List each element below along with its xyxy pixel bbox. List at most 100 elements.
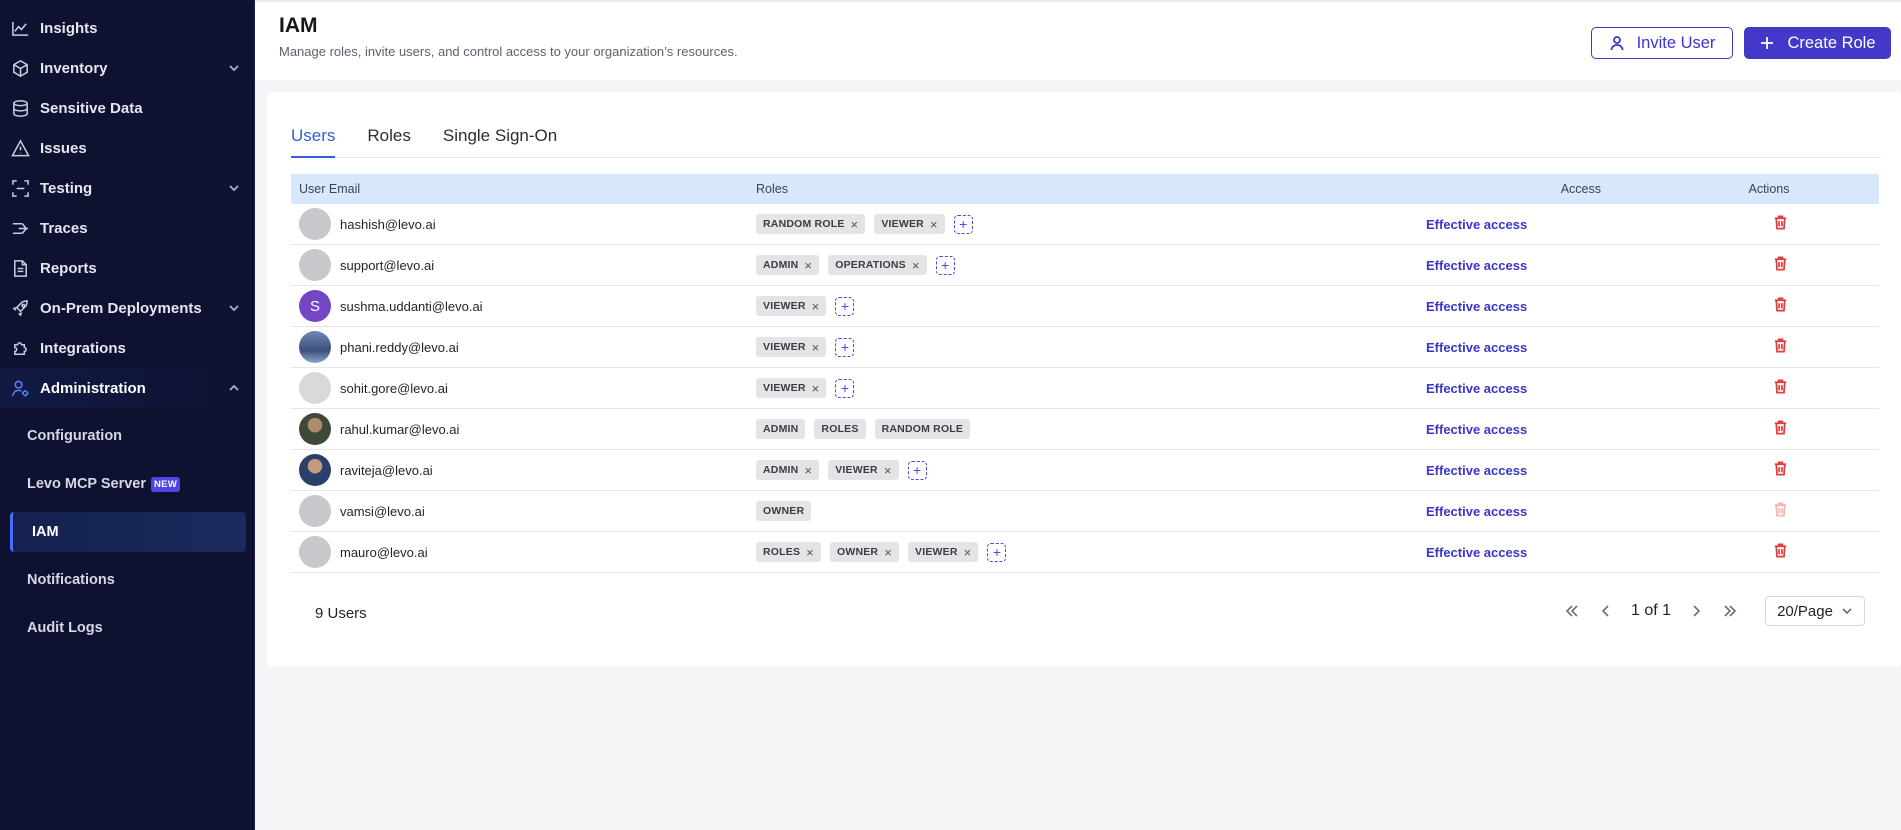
tab-single-sign-on[interactable]: Single Sign-On <box>443 126 557 158</box>
trash-icon[interactable] <box>1772 460 1789 480</box>
role-chip: ROLES <box>814 419 866 439</box>
effective-access-link[interactable]: Effective access <box>1426 463 1527 478</box>
table-row: Ssushma.uddanti@levo.ai VIEWER × + Effect… <box>291 286 1879 327</box>
avatar <box>299 249 331 281</box>
sidebar-subitem-notifications[interactable]: Notifications <box>0 556 254 604</box>
remove-role-icon[interactable]: × <box>930 218 938 231</box>
effective-access-link[interactable]: Effective access <box>1426 422 1527 437</box>
sidebar-item-administration[interactable]: Administration <box>0 368 254 408</box>
role-chip: VIEWER × <box>756 378 827 398</box>
chevron-down-icon[interactable] <box>228 301 240 318</box>
chevron-up-icon[interactable] <box>228 381 240 398</box>
table-row: raviteja@levo.ai ADMIN × VIEWER × + Effect… <box>291 450 1879 491</box>
remove-role-icon[interactable]: × <box>812 300 820 313</box>
add-role-icon[interactable]: + <box>987 542 1007 562</box>
sidebar-item-reports[interactable]: Reports <box>0 248 254 288</box>
role-chip-label: ROLES <box>763 546 801 558</box>
remove-role-icon[interactable]: × <box>804 259 812 272</box>
effective-access-link[interactable]: Effective access <box>1426 340 1527 355</box>
sidebar-subitem-label: Audit Logs <box>27 620 103 636</box>
per-page-select[interactable]: 20/Page <box>1765 596 1866 626</box>
sidebar-subitem-audit-logs[interactable]: Audit Logs <box>0 604 254 652</box>
chevron-down-icon[interactable] <box>228 181 240 198</box>
next-page-icon[interactable] <box>1681 596 1711 626</box>
tab-users[interactable]: Users <box>291 126 336 158</box>
sidebar-item-issues[interactable]: Issues <box>0 128 254 168</box>
role-chip-label: VIEWER <box>763 300 806 312</box>
user-email: raviteja@levo.ai <box>340 462 433 478</box>
add-role-icon[interactable]: + <box>835 378 855 398</box>
role-chip-label: VIEWER <box>763 382 806 394</box>
remove-role-icon[interactable]: × <box>964 546 972 559</box>
sidebar-item-inventory[interactable]: Inventory <box>0 48 254 88</box>
sidebar-item-insights[interactable]: Insights <box>0 8 254 48</box>
effective-access-link[interactable]: Effective access <box>1426 381 1527 396</box>
user-email: sohit.gore@levo.ai <box>340 380 448 396</box>
trash-icon[interactable] <box>1772 296 1789 316</box>
plus-icon <box>1761 37 1774 49</box>
invite-user-label: Invite User <box>1636 33 1716 52</box>
add-role-icon[interactable]: + <box>953 214 973 234</box>
add-role-icon[interactable]: + <box>835 337 855 357</box>
sidebar-item-traces[interactable]: Traces <box>0 208 254 248</box>
remove-role-icon[interactable]: × <box>804 464 812 477</box>
sidebar-item-on-prem-deployments[interactable]: On-Prem Deployments <box>0 288 254 328</box>
trash-icon <box>1772 501 1789 521</box>
column-header-user-email: User Email <box>299 182 361 196</box>
user-email: support@levo.ai <box>340 257 435 273</box>
report-icon <box>10 258 30 278</box>
avatar <box>299 413 331 445</box>
trash-icon[interactable] <box>1772 255 1789 275</box>
remove-role-icon[interactable]: × <box>884 464 892 477</box>
invite-user-button[interactable]: Invite User <box>1591 27 1733 59</box>
chevron-down-icon <box>1842 608 1852 615</box>
sidebar-subitem-levo-mcp-server[interactable]: Levo MCP Server NEW <box>0 460 254 508</box>
effective-access-link[interactable]: Effective access <box>1426 258 1527 273</box>
add-role-icon[interactable]: + <box>835 296 855 316</box>
remove-role-icon[interactable]: × <box>884 546 892 559</box>
last-page-icon[interactable] <box>1715 596 1745 626</box>
effective-access-link[interactable]: Effective access <box>1426 545 1527 560</box>
effective-access-link[interactable]: Effective access <box>1426 217 1527 232</box>
trash-icon[interactable] <box>1772 542 1789 562</box>
effective-access-link[interactable]: Effective access <box>1426 299 1527 314</box>
database-icon <box>10 98 30 118</box>
role-chip-label: RANDOM ROLE <box>763 218 845 230</box>
tab-roles[interactable]: Roles <box>367 126 410 158</box>
first-page-icon[interactable] <box>1557 596 1587 626</box>
user-email: sushma.uddanti@levo.ai <box>340 298 483 314</box>
role-chip: VIEWER × <box>874 214 945 234</box>
remove-role-icon[interactable]: × <box>812 341 820 354</box>
role-chip: OWNER × <box>829 542 900 562</box>
remove-role-icon[interactable]: × <box>912 259 920 272</box>
trash-icon[interactable] <box>1772 337 1789 357</box>
sidebar-item-sensitive-data[interactable]: Sensitive Data <box>0 88 254 128</box>
chevron-down-icon[interactable] <box>228 61 240 78</box>
role-chip: ADMIN × <box>756 255 820 275</box>
create-role-label: Create Role <box>1787 33 1876 52</box>
users-table: User Email Roles Access Actions hashish@… <box>291 174 1879 573</box>
sidebar-item-integrations[interactable]: Integrations <box>0 328 254 368</box>
prev-page-icon[interactable] <box>1591 596 1621 626</box>
trash-icon[interactable] <box>1772 214 1789 234</box>
table-row: vamsi@levo.ai OWNER Effective access <box>291 491 1879 532</box>
sidebar-subitem-iam[interactable]: IAM <box>10 512 246 552</box>
add-role-icon[interactable]: + <box>907 460 927 480</box>
remove-role-icon[interactable]: × <box>812 382 820 395</box>
trash-icon[interactable] <box>1772 419 1789 439</box>
add-role-icon[interactable]: + <box>935 255 955 275</box>
trash-icon[interactable] <box>1772 378 1789 398</box>
remove-role-icon[interactable]: × <box>806 546 814 559</box>
table-row: hashish@levo.ai RANDOM ROLE × VIEWER × + E… <box>291 204 1879 245</box>
create-role-button[interactable]: Create Role <box>1744 27 1891 59</box>
remove-role-icon[interactable]: × <box>851 218 859 231</box>
sidebar-subitem-configuration[interactable]: Configuration <box>0 412 254 460</box>
effective-access-link[interactable]: Effective access <box>1426 504 1527 519</box>
sidebar-item-testing[interactable]: Testing <box>0 168 254 208</box>
avatar <box>299 454 331 486</box>
role-chip: VIEWER × <box>756 337 827 357</box>
sidebar-item-label: Reports <box>40 259 97 277</box>
users-card: Users Roles Single Sign-On User Email Ro… <box>267 92 1901 666</box>
role-chip: VIEWER × <box>828 460 899 480</box>
role-chip-label: ADMIN <box>763 259 799 271</box>
